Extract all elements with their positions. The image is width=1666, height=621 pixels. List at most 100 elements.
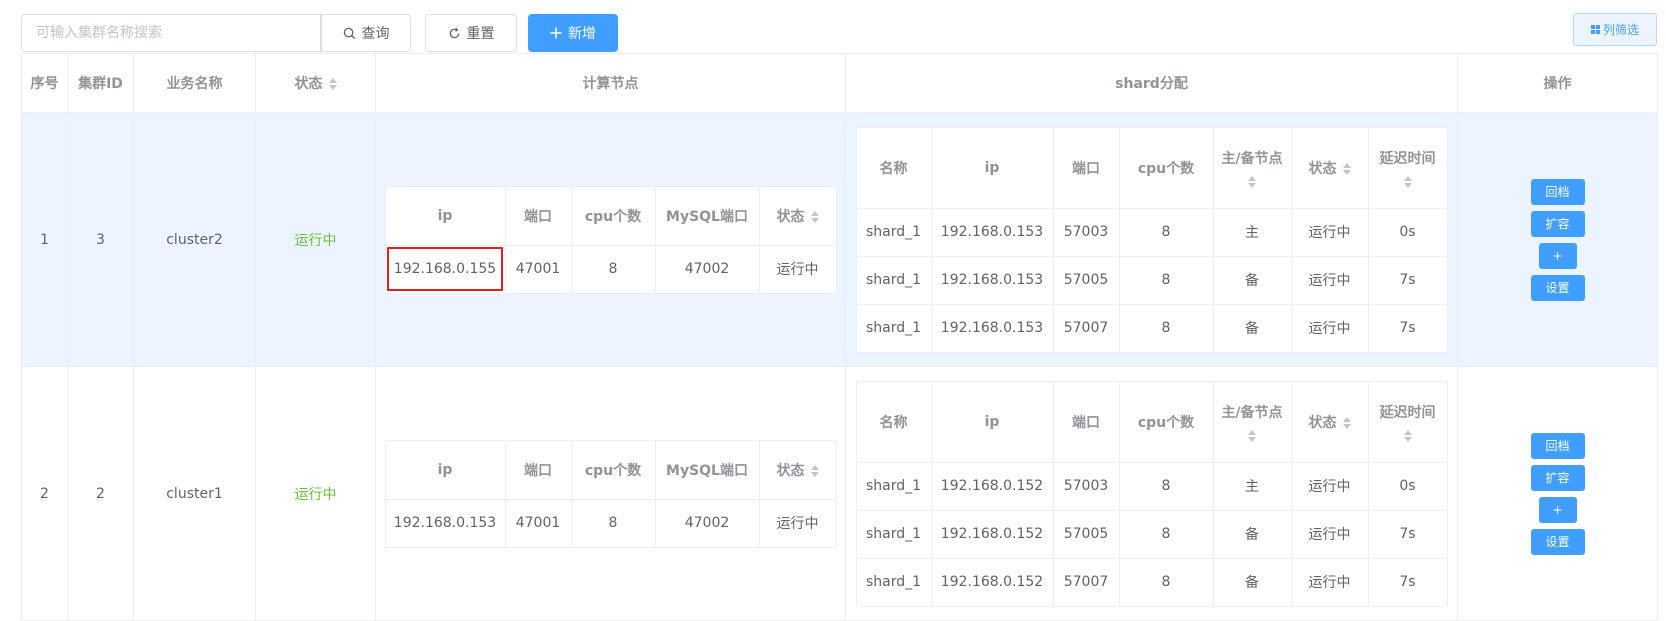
shard-header-status[interactable]: 状态 [1290,380,1369,463]
shard-status: 运行中 [1290,557,1369,607]
shard-ip: 192.168.0.152 [930,557,1054,607]
compute-status: 运行中 [758,244,837,294]
header-compute-nodes: 计算节点 [375,53,846,113]
shard-delay: 0s [1367,461,1448,511]
shard-table: 名称 ip 端口 cpu个数 主/备节点 状态 延迟时间 shard_1 192… [855,380,1448,607]
refresh-icon [449,27,459,38]
row-cluster-name: cluster2 [133,112,256,367]
compute-row: 192.168.0.153 47001 8 47002 运行中 [384,498,837,548]
archive-button[interactable]: 回档 [1530,178,1585,205]
shard-status: 运行中 [1290,461,1369,511]
row-cluster-name: cluster1 [133,366,256,621]
shard-port: 57007 [1052,557,1120,607]
shard-role: 备 [1212,255,1292,305]
sort-icon[interactable] [810,464,819,477]
shard-ip: 192.168.0.152 [930,509,1054,559]
compute-header-status[interactable]: 状态 [758,185,837,246]
row-cluster-id: 3 [67,112,134,367]
shard-header-role[interactable]: 主/备节点 [1212,126,1292,209]
shard-role: 主 [1212,461,1292,511]
add-button[interactable]: 新增 [528,14,618,52]
plus-button[interactable]: + [1538,496,1577,523]
table-row: 1 3 cluster2 运行中 ip 端口 cpu个数 MySQL端口 状态 … [21,112,1658,367]
shard-name: shard_1 [855,557,932,607]
compute-cpu: 8 [570,244,656,294]
sort-icon[interactable] [328,78,337,90]
shard-port: 57003 [1052,207,1120,257]
shard-header-delay[interactable]: 延迟时间 [1367,380,1448,463]
shard-row: shard_1 192.168.0.152 57003 8 主 运行中 0s [855,461,1448,511]
shard-row: shard_1 192.168.0.152 57007 8 备 运行中 7s [855,557,1448,607]
shard-name: shard_1 [855,509,932,559]
shard-header-cpu: cpu个数 [1118,380,1214,463]
shard-delay: 7s [1367,509,1448,559]
shard-cpu: 8 [1118,509,1214,559]
settings-button[interactable]: 设置 [1530,274,1585,301]
compute-mysql-port: 47002 [654,244,760,294]
sort-icon[interactable] [1342,162,1351,175]
shard-row: shard_1 192.168.0.153 57005 8 备 运行中 7s [855,255,1448,305]
shard-status: 运行中 [1290,303,1369,353]
shard-delay: 0s [1367,207,1448,257]
add-label: 新增 [568,26,596,42]
shard-port: 57005 [1052,509,1120,559]
sort-icon[interactable] [810,210,819,223]
compute-header-mysql-port: MySQL端口 [654,185,760,246]
shard-delay: 7s [1367,255,1448,305]
header-shard: shard分配 [845,53,1458,113]
row-index: 2 [21,366,68,621]
shard-header-delay[interactable]: 延迟时间 [1367,126,1448,209]
sort-icon[interactable] [1248,175,1256,188]
compute-header-status[interactable]: 状态 [758,439,837,500]
expand-button[interactable]: 扩容 [1530,464,1585,491]
compute-header-ip: ip [384,439,506,500]
compute-header-cpu: cpu个数 [570,439,656,500]
shard-name: shard_1 [855,303,932,353]
shard-cell: 名称 ip 端口 cpu个数 主/备节点 状态 延迟时间 shard_1 192… [845,112,1458,367]
shard-name: shard_1 [855,461,932,511]
column-filter-label: 列筛选 [1602,23,1639,37]
ops-cell: 回档 扩容 + 设置 [1457,366,1658,621]
expand-button[interactable]: 扩容 [1530,210,1585,237]
header-cluster-id: 集群ID [67,53,134,113]
sort-icon[interactable] [1342,416,1351,429]
header-status[interactable]: 状态 [255,53,376,113]
column-filter-button[interactable]: 列筛选 [1573,13,1657,46]
shard-header-name: 名称 [855,126,932,209]
shard-status: 运行中 [1290,207,1369,257]
query-button[interactable]: 查询 [321,14,411,52]
compute-header-mysql-port: MySQL端口 [654,439,760,500]
sort-icon[interactable] [1248,429,1256,442]
settings-button[interactable]: 设置 [1530,528,1585,555]
shard-header-cpu: cpu个数 [1118,126,1214,209]
shard-cpu: 8 [1118,461,1214,511]
shard-cell: 名称 ip 端口 cpu个数 主/备节点 状态 延迟时间 shard_1 192… [845,366,1458,621]
archive-button[interactable]: 回档 [1530,432,1585,459]
shard-header-port: 端口 [1052,126,1120,209]
cluster-search-input[interactable] [21,14,321,52]
row-cluster-id: 2 [67,366,134,621]
compute-header-ip: ip [384,185,506,246]
shard-cpu: 8 [1118,207,1214,257]
header-business-name: 业务名称 [133,53,256,113]
sort-icon[interactable] [1403,429,1412,442]
compute-header-port: 端口 [504,185,572,246]
reset-button[interactable]: 重置 [425,14,517,52]
shard-ip: 192.168.0.153 [930,303,1054,353]
shard-header-ip: ip [930,126,1054,209]
compute-header-port: 端口 [504,439,572,500]
reset-label: 重置 [466,26,495,42]
sort-icon[interactable] [1403,175,1412,188]
search-icon [343,27,355,39]
row-actions: 回档 扩容 + 设置 [1458,432,1657,555]
table-row: 2 2 cluster1 运行中 ip 端口 cpu个数 MySQL端口 状态 … [21,366,1658,621]
shard-header-role[interactable]: 主/备节点 [1212,380,1292,463]
grid-icon [1590,25,1600,34]
header-ops: 操作 [1457,53,1658,113]
compute-table: ip 端口 cpu个数 MySQL端口 状态 192.168.0.155 470… [384,185,837,294]
plus-button[interactable]: + [1538,242,1577,269]
shard-header-status[interactable]: 状态 [1290,126,1369,209]
shard-table: 名称 ip 端口 cpu个数 主/备节点 状态 延迟时间 shard_1 192… [855,126,1448,353]
row-status: 运行中 [255,366,376,621]
plus-icon [550,27,562,39]
